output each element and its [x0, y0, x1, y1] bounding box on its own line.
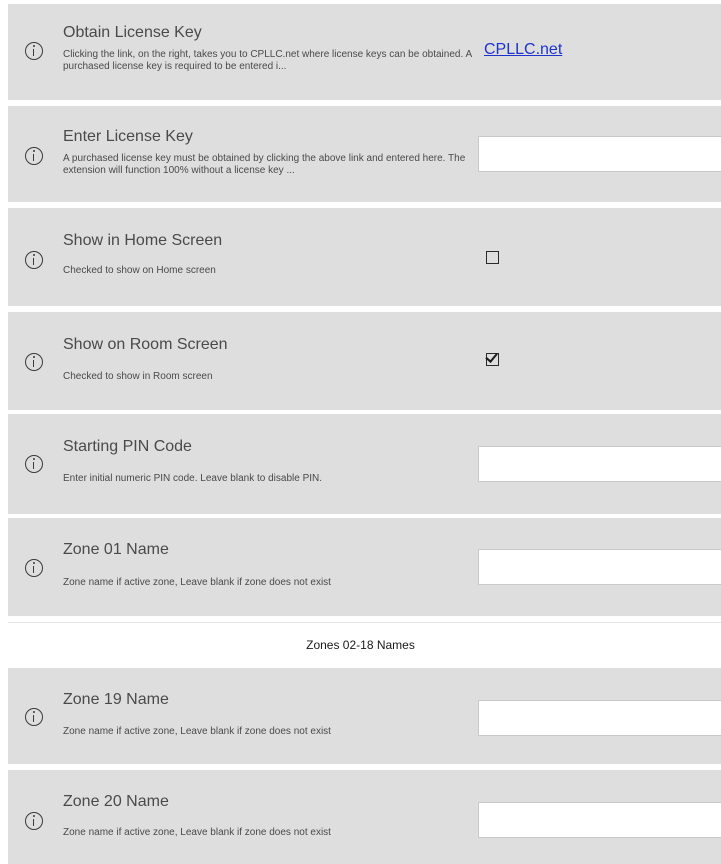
info-icon[interactable]: [25, 812, 43, 830]
show-home-screen-checkbox[interactable]: [486, 251, 499, 264]
pin-code-input[interactable]: [478, 446, 721, 482]
setting-row-enter-license-key: Enter License Key A purchased license ke…: [8, 106, 721, 202]
zone-19-name-input[interactable]: [478, 700, 721, 736]
setting-title: Starting PIN Code: [63, 438, 192, 455]
license-key-input[interactable]: [478, 136, 721, 172]
setting-description: Zone name if active zone, Leave blank if…: [63, 827, 331, 838]
setting-description: Checked to show on Home screen: [63, 265, 216, 276]
setting-title: Zone 20 Name: [63, 793, 169, 810]
zones-group-label: Zones 02-18 Names: [306, 638, 415, 652]
setting-description: Zone name if active zone, Leave blank if…: [63, 726, 331, 737]
zone-20-name-input[interactable]: [478, 802, 721, 838]
divider: [8, 622, 721, 623]
info-icon[interactable]: [25, 147, 43, 165]
cpllc-link[interactable]: CPLLC.net: [484, 41, 562, 59]
setting-title: Enter License Key: [63, 128, 193, 145]
info-icon[interactable]: [25, 708, 43, 726]
setting-title: Zone 19 Name: [63, 691, 169, 708]
setting-row-zone-19-name: Zone 19 Name Zone name if active zone, L…: [8, 668, 721, 764]
setting-row-zone-20-name: Zone 20 Name Zone name if active zone, L…: [8, 770, 721, 864]
setting-title: Show on Room Screen: [63, 336, 228, 353]
setting-row-obtain-license-key: Obtain License Key Clicking the link, on…: [8, 4, 721, 100]
setting-description: Zone name if active zone, Leave blank if…: [63, 577, 331, 588]
setting-title: Show in Home Screen: [63, 232, 223, 249]
info-icon[interactable]: [25, 559, 43, 577]
info-icon[interactable]: [25, 251, 43, 269]
setting-row-zone-01-name: Zone 01 Name Zone name if active zone, L…: [8, 518, 721, 616]
setting-row-show-home-screen: Show in Home Screen Checked to show on H…: [8, 208, 721, 306]
show-room-screen-checkbox[interactable]: [485, 350, 499, 366]
setting-description: Enter initial numeric PIN code. Leave bl…: [63, 473, 323, 484]
info-icon[interactable]: [25, 353, 43, 371]
checkmark-icon: [485, 350, 498, 363]
setting-description: Clicking the link, on the right, takes y…: [63, 49, 472, 72]
setting-title: Obtain License Key: [63, 24, 202, 41]
setting-row-show-room-screen: Show on Room Screen Checked to show in R…: [8, 312, 721, 410]
setting-row-starting-pin-code: Starting PIN Code Enter initial numeric …: [8, 414, 721, 514]
setting-description: Checked to show in Room screen: [63, 371, 213, 382]
info-icon[interactable]: [25, 455, 43, 473]
info-icon[interactable]: [25, 42, 43, 60]
setting-title: Zone 01 Name: [63, 541, 169, 558]
setting-description: A purchased license key must be obtained…: [63, 153, 466, 176]
zone-01-name-input[interactable]: [478, 549, 721, 585]
